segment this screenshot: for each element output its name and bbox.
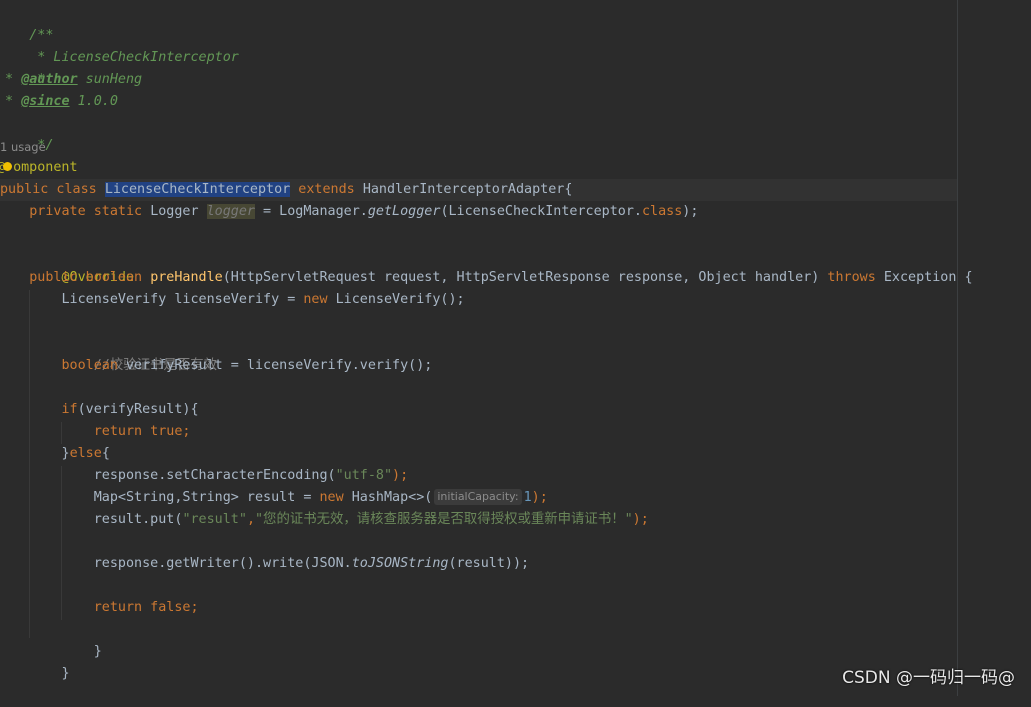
keyword: throws [827,270,876,285]
keyword: new [303,292,328,307]
code-line[interactable]: */ [0,113,53,153]
code-line[interactable]: public boolean preHandle(HttpServletRequ… [0,267,973,289]
annotation: omponent [13,160,78,175]
code-line[interactable]: //校验证书是否有效 [0,333,217,373]
keyword: new [319,490,344,505]
code-line[interactable]: private static Logger logger = LogManage… [0,201,698,223]
code: Map<String,String> result = [93,490,320,505]
code: = LogManager. [255,204,368,219]
params: (HttpServletRequest request, HttpServlet… [222,270,828,285]
code-line[interactable]: } [0,641,69,681]
parent-class: HandlerInterceptorAdapter{ [362,182,573,197]
number-literal: 1 [523,490,532,505]
code-line[interactable]: @Override [0,245,134,285]
static-method: getLogger [367,204,441,219]
code: Exception { [875,270,973,285]
method-name: preHandle [150,270,223,285]
code-line-current[interactable]: public class LicenseCheckInterceptor ext… [0,179,957,201]
code-line[interactable]: * @since 1.0.0 [0,91,118,113]
class-name-selected[interactable]: LicenseCheckInterceptor [104,182,291,197]
keyword: else [69,446,102,461]
string-literal: "utf-8" [335,468,393,483]
doc-tag-since: @since [21,94,70,109]
code: LicenseVerify(); [327,292,465,307]
keyword: public boolean [29,270,151,285]
right-margin-guide [957,0,958,696]
code-line[interactable]: * LicenseCheckInterceptor [0,25,239,65]
code-line[interactable]: * [0,47,45,87]
keyword: private static [29,204,151,219]
code: (verifyResult){ [77,402,199,417]
code: (result)); [448,556,530,571]
code: HashMap<>( [343,490,433,505]
watermark: CSDN @一码归一码@ [842,668,1015,688]
code: ); [682,204,699,219]
code-editor[interactable]: /** * LicenseCheckInterceptor * * @autho… [0,0,1031,696]
code-line[interactable]: Map<String,String> result = new HashMap<… [0,487,548,509]
doc-author-value: sunHeng [77,72,143,87]
code-line[interactable]: result.put("result","您的证书无效，请核查服务器是否取得授权… [0,509,649,531]
parameter-hint: initialCapacity: [434,489,522,505]
code: response.setCharacterEncoding( [93,468,336,483]
code: result.put( [93,512,183,527]
code: response.getWriter().write(JSON. [93,556,352,571]
code-line[interactable]: /** [0,3,53,43]
code: LicenseVerify licenseVerify = [61,292,304,307]
code: { [101,446,110,461]
doc-since-value: 1.0.0 [69,94,118,109]
code: ); [632,512,649,527]
keyword: public class [0,182,105,197]
code-line[interactable]: LicenseVerify licenseVerify = new Licens… [0,289,465,311]
code: } [29,666,70,681]
doc-comment: * [5,94,14,109]
string-literal: "您的证书无效，请核查服务器是否取得授权或重新申请证书！" [255,512,633,527]
unused-field: logger [206,204,255,219]
code-line[interactable]: }else{ [0,443,110,465]
doc-comment: * LicenseCheckInterceptor [29,50,239,65]
keyword: class [641,204,683,219]
code-line[interactable]: * @author sunHeng [0,69,142,91]
static-method: toJSONString [351,556,449,571]
doc-comment: * [5,72,14,87]
code: ); [531,490,548,505]
code: (LicenseCheckInterceptor. [440,204,642,219]
code-line[interactable]: if(verifyResult){ [0,399,199,421]
code-line[interactable]: boolean verifyResult = licenseVerify.ver… [0,355,433,377]
code-line[interactable]: } [0,619,102,659]
code: } [61,446,70,461]
code-line[interactable]: @omponent [0,157,78,179]
lightbulb-icon[interactable] [3,162,13,171]
type: Logger [150,204,207,219]
doc-tag-author: @author [21,72,78,87]
keyword: return false; [93,600,199,615]
code: , [246,512,255,527]
string-literal: "result" [182,512,247,527]
code-line[interactable]: response.getWriter().write(JSON.toJSONSt… [0,553,529,575]
keyword: extends [290,182,363,197]
code-line[interactable]: response.setCharacterEncoding("utf-8"); [0,465,408,487]
code: verifyResult = licenseVerify.verify(); [117,358,433,373]
usages-hint[interactable]: 1 usage [0,136,46,158]
code-line[interactable]: return false; [0,597,199,619]
keyword: boolean [61,358,118,373]
code: ); [392,468,409,483]
keyword: return true; [93,424,191,439]
keyword: if [61,402,78,417]
code-line[interactable]: return true; [0,421,191,443]
